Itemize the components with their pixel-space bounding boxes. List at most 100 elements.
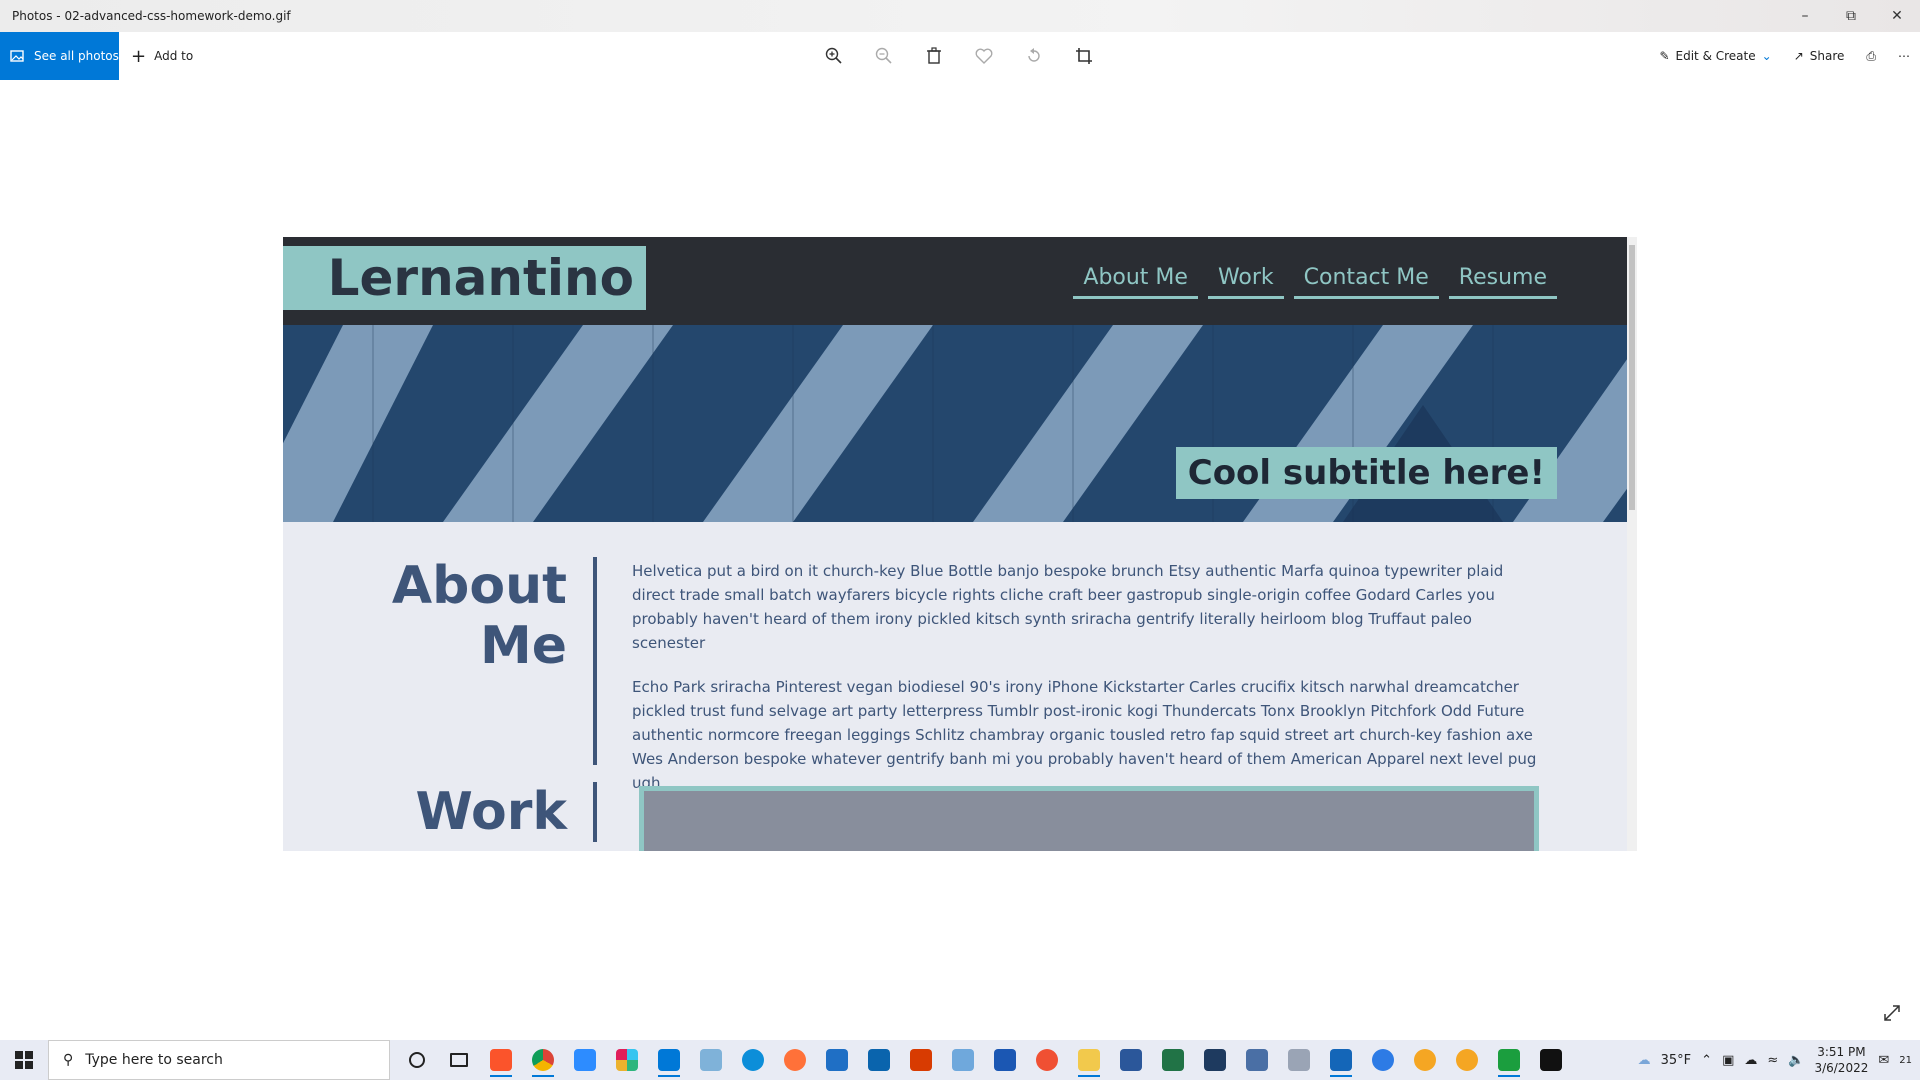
- nav-work[interactable]: Work: [1207, 261, 1284, 299]
- notepad-icon[interactable]: [694, 1043, 728, 1077]
- taskbar-apps: [400, 1043, 1568, 1077]
- brave-icon[interactable]: [484, 1043, 518, 1077]
- chrome-icon[interactable]: [526, 1043, 560, 1077]
- zoom-icon[interactable]: [568, 1043, 602, 1077]
- edge-icon[interactable]: [736, 1043, 770, 1077]
- terminal-app-icon[interactable]: [1198, 1043, 1232, 1077]
- chevron-down-icon: ⌄: [1761, 49, 1772, 63]
- restore-button[interactable]: ⧉: [1828, 0, 1874, 32]
- minimize-button[interactable]: –: [1782, 0, 1828, 32]
- word-icon[interactable]: [1114, 1043, 1148, 1077]
- taskbar-search[interactable]: ⚲ Type here to search: [48, 1040, 390, 1080]
- website-screenshot: Lernantino About Me Work Contact Me Resu…: [283, 237, 1637, 851]
- see-all-photos-label: See all photos: [34, 49, 119, 63]
- nav-about-me[interactable]: About Me: [1073, 261, 1198, 299]
- hero-banner: Cool subtitle here!: [283, 325, 1637, 522]
- rotate-icon[interactable]: [1020, 42, 1048, 70]
- photos-toolbar: See all photos + Add to ✎ Edit & Create …: [0, 32, 1920, 80]
- about-divider: [593, 557, 597, 765]
- photos-app-icon[interactable]: [1324, 1043, 1358, 1077]
- about-section: About Me Helvetica put a bird on it chur…: [283, 522, 1637, 792]
- zoom-in-icon[interactable]: [820, 42, 848, 70]
- delete-icon[interactable]: [920, 42, 948, 70]
- clock[interactable]: 3:51 PM 3/6/2022: [1814, 1044, 1868, 1076]
- clock-time: 3:51 PM: [1817, 1045, 1866, 1059]
- edit-create-button[interactable]: ✎ Edit & Create ⌄: [1659, 49, 1771, 63]
- meet-now-icon[interactable]: ▣: [1722, 1053, 1734, 1068]
- git-icon[interactable]: [1030, 1043, 1064, 1077]
- site-logo: Lernantino: [283, 246, 646, 310]
- wifi-icon[interactable]: ≈: [1767, 1053, 1778, 1068]
- work-heading: Work: [415, 782, 567, 842]
- hero-subtitle: Cool subtitle here!: [1175, 447, 1557, 499]
- store-icon[interactable]: [820, 1043, 854, 1077]
- close-button[interactable]: ✕: [1874, 0, 1920, 32]
- file-explorer-icon[interactable]: [1072, 1043, 1106, 1077]
- edit-icon: ✎: [1659, 49, 1670, 63]
- right-tools: ✎ Edit & Create ⌄ ↗ Share ⎙ ⋯: [1659, 32, 1910, 80]
- weather-temp[interactable]: 35°F: [1661, 1053, 1692, 1068]
- print-icon[interactable]: ⎙: [1866, 49, 1876, 64]
- sync-app-icon[interactable]: [1366, 1043, 1400, 1077]
- work-divider: [593, 782, 597, 842]
- more-options-icon[interactable]: ⋯: [1898, 49, 1910, 63]
- zoom-out-icon[interactable]: [870, 42, 898, 70]
- edit-create-label: Edit & Create: [1675, 49, 1756, 63]
- about-text: Helvetica put a bird on it church-key Bl…: [632, 559, 1542, 815]
- plus-icon: +: [131, 45, 147, 67]
- image-viewer: Lernantino About Me Work Contact Me Resu…: [0, 80, 1920, 1035]
- share-button[interactable]: ↗ Share: [1794, 49, 1845, 63]
- chevron-up-icon[interactable]: ⌃: [1701, 1053, 1712, 1068]
- about-paragraph-1: Helvetica put a bird on it church-key Bl…: [632, 562, 1504, 652]
- nav-resume[interactable]: Resume: [1448, 261, 1557, 299]
- weather-icon[interactable]: ☁: [1638, 1053, 1651, 1068]
- language-icon[interactable]: [1282, 1043, 1316, 1077]
- notification-center-icon[interactable]: ✉: [1878, 1053, 1889, 1068]
- calculator-icon[interactable]: [1240, 1043, 1274, 1077]
- add-to-label: Add to: [154, 49, 194, 63]
- mail-icon[interactable]: [862, 1043, 896, 1077]
- azure-data-studio-icon[interactable]: [988, 1043, 1022, 1077]
- about-heading: About Me: [283, 556, 581, 676]
- volume-icon[interactable]: 🔈: [1788, 1053, 1804, 1068]
- favorite-icon[interactable]: [970, 42, 998, 70]
- notification-count: 21: [1899, 1054, 1912, 1066]
- task-view-icon[interactable]: [442, 1043, 476, 1077]
- system-tray: ☁ 35°F ⌃ ▣ ☁ ≈ 🔈 3:51 PM 3/6/2022 ✉ 21: [1638, 1040, 1920, 1080]
- taskbar: ⚲ Type here to search ☁ 35°F ⌃ ▣ ☁ ≈ 🔈 3…: [0, 1040, 1920, 1080]
- site-scrollbar[interactable]: [1627, 237, 1637, 851]
- share-icon: ↗: [1793, 49, 1804, 63]
- center-tools: [820, 32, 1098, 80]
- fullscreen-expand-icon[interactable]: [1882, 1003, 1906, 1027]
- firefox-icon[interactable]: [778, 1043, 812, 1077]
- search-placeholder: Type here to search: [85, 1052, 223, 1068]
- slack-icon[interactable]: [610, 1043, 644, 1077]
- crop-icon[interactable]: [1070, 42, 1098, 70]
- remote-desktop-icon[interactable]: [946, 1043, 980, 1077]
- command-prompt-icon[interactable]: [1534, 1043, 1568, 1077]
- about-heading-line1: About: [391, 556, 567, 616]
- work-featured-image: [639, 786, 1539, 851]
- photo-icon: [10, 50, 24, 62]
- nav-contact-me[interactable]: Contact Me: [1293, 261, 1439, 299]
- vim-icon[interactable]: [1492, 1043, 1526, 1077]
- title-bar: Photos - 02-advanced-css-homework-demo.g…: [0, 0, 1920, 32]
- window-title: Photos - 02-advanced-css-homework-demo.g…: [12, 9, 291, 23]
- windows-start-icon[interactable]: [0, 1040, 48, 1080]
- cortana-icon[interactable]: [400, 1043, 434, 1077]
- chat-app-icon[interactable]: [1408, 1043, 1442, 1077]
- site-nav: About Me Work Contact Me Resume: [1073, 261, 1557, 299]
- onedrive-icon[interactable]: ☁: [1744, 1053, 1757, 1068]
- about-paragraph-2: Echo Park sriracha Pinterest vegan biodi…: [632, 678, 1537, 792]
- search-icon: ⚲: [63, 1052, 74, 1068]
- e-app-icon[interactable]: [1450, 1043, 1484, 1077]
- add-to-button[interactable]: + Add to: [131, 46, 193, 67]
- vscode-icon[interactable]: [652, 1043, 686, 1077]
- see-all-photos-button[interactable]: See all photos: [0, 32, 119, 80]
- scrollbar-thumb[interactable]: [1629, 245, 1635, 510]
- office-icon[interactable]: [904, 1043, 938, 1077]
- share-label: Share: [1809, 49, 1845, 63]
- site-header: Lernantino About Me Work Contact Me Resu…: [283, 237, 1637, 325]
- excel-icon[interactable]: [1156, 1043, 1190, 1077]
- clock-date: 3/6/2022: [1814, 1061, 1869, 1075]
